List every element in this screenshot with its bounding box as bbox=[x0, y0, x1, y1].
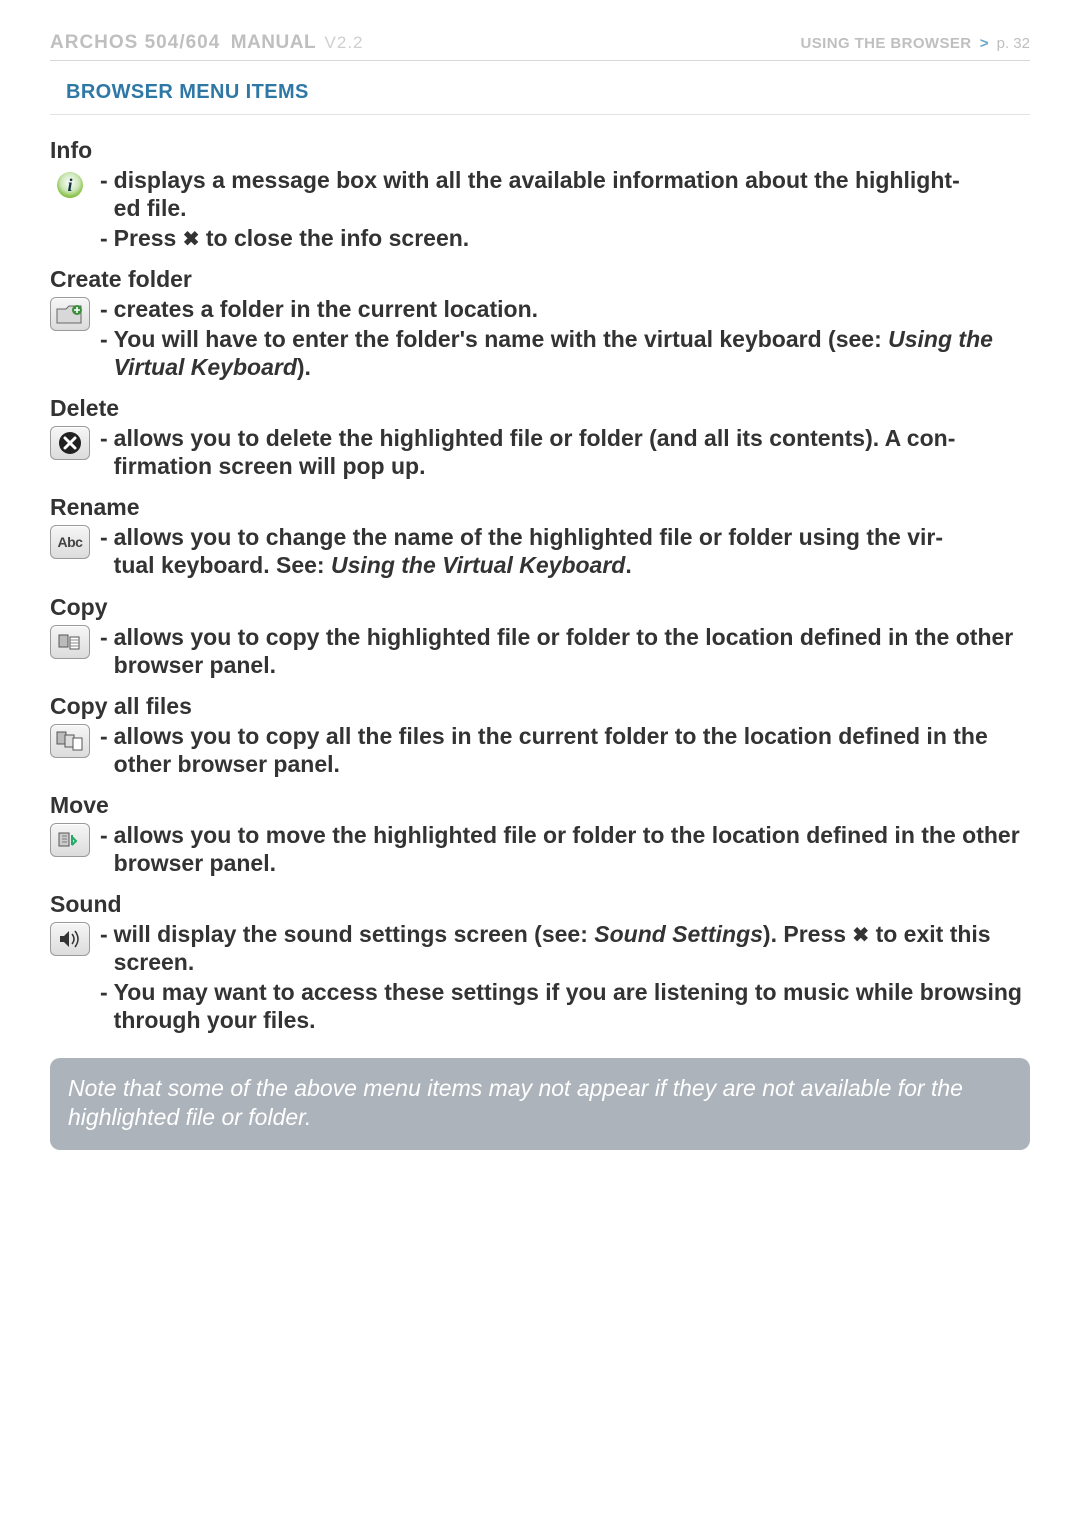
sound-line2: You may want to access these settings if… bbox=[114, 978, 1030, 1034]
menu-sound: Sound -will display the sound settings s… bbox=[50, 891, 1030, 1036]
copy-title: Copy bbox=[50, 594, 1030, 621]
info-line2: Press ✖ to close the info screen. bbox=[114, 224, 1030, 252]
move-title: Move bbox=[50, 792, 1030, 819]
menu-copy-all: Copy all files -allows you to copy all t… bbox=[50, 693, 1030, 780]
menu-delete: Delete -allows you to delete the highlig… bbox=[50, 395, 1030, 482]
menu-move: Move -allows you to move the highlighted… bbox=[50, 792, 1030, 879]
crumb-page-number: p. 32 bbox=[997, 35, 1030, 52]
speaker-icon bbox=[50, 922, 90, 956]
info-icon: i bbox=[50, 168, 90, 202]
brand-text: ARCHOS 504/604 bbox=[50, 32, 220, 53]
copy-icon bbox=[50, 625, 90, 659]
delete-x-icon bbox=[50, 426, 90, 460]
crumb-separator: > bbox=[980, 35, 989, 52]
version-label: V2.2 bbox=[325, 33, 364, 52]
sound-line1: will display the sound settings screen (… bbox=[114, 920, 1030, 976]
close-x-icon: ✖ bbox=[852, 925, 869, 947]
copy-all-line1: allows you to copy all the files in the … bbox=[114, 722, 1030, 778]
copy-all-icon bbox=[50, 724, 90, 758]
delete-line1: allows you to delete the highlighted fil… bbox=[114, 424, 1030, 480]
create-folder-line2: You will have to enter the folder's name… bbox=[114, 325, 1030, 381]
move-icon bbox=[50, 823, 90, 857]
menu-copy: Copy -allows you to copy the highlighted… bbox=[50, 594, 1030, 681]
menu-create-folder: Create folder -creates a folder in the c… bbox=[50, 266, 1030, 383]
section-heading: BROWSER MENU ITEMS bbox=[50, 75, 1030, 115]
manual-page: ARCHOS 504/604 MANUAL V2.2 USING THE BRO… bbox=[0, 0, 1080, 1190]
menu-rename: Rename Abc -allows you to change the nam… bbox=[50, 494, 1030, 581]
copy-line1: allows you to copy the highlighted file … bbox=[114, 623, 1030, 679]
menu-info: Info i -displays a message box with all … bbox=[50, 137, 1030, 254]
delete-title: Delete bbox=[50, 395, 1030, 422]
availability-note: Note that some of the above menu items m… bbox=[50, 1058, 1030, 1150]
crumb-section: USING THE BROWSER bbox=[801, 35, 972, 52]
menu-info-title: Info bbox=[50, 137, 1030, 164]
rename-title: Rename bbox=[50, 494, 1030, 521]
move-line1: allows you to move the highlighted file … bbox=[114, 821, 1030, 877]
create-folder-title: Create folder bbox=[50, 266, 1030, 293]
section-title-text: BROWSER MENU ITEMS bbox=[66, 81, 309, 103]
sound-title: Sound bbox=[50, 891, 1030, 918]
rename-abc-icon: Abc bbox=[50, 525, 90, 559]
copy-all-title: Copy all files bbox=[50, 693, 1030, 720]
info-line1: displays a message box with all the avai… bbox=[114, 167, 960, 221]
manual-label: MANUAL bbox=[231, 32, 316, 53]
create-folder-line1: creates a folder in the current location… bbox=[114, 295, 1030, 323]
rename-line1: allows you to change the name of the hig… bbox=[114, 523, 1030, 579]
folder-plus-icon bbox=[50, 297, 90, 331]
header-left: ARCHOS 504/604 MANUAL V2.2 bbox=[50, 32, 364, 54]
breadcrumb: USING THE BROWSER > p. 32 bbox=[801, 35, 1030, 52]
page-header: ARCHOS 504/604 MANUAL V2.2 USING THE BRO… bbox=[50, 32, 1030, 61]
close-x-icon: ✖ bbox=[183, 229, 200, 251]
